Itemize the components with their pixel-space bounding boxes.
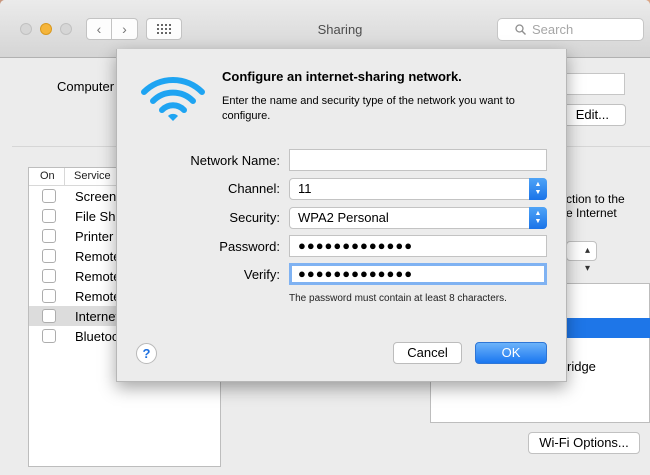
service-checkbox[interactable]: [42, 289, 56, 303]
service-name: Printer: [75, 228, 114, 244]
service-checkbox[interactable]: [42, 189, 56, 203]
verify-field[interactable]: ●●●●●●●●●●●●●: [289, 263, 547, 285]
chevron-updown-icon: ▴ ▾: [584, 245, 590, 274]
internet-sharing-sheet: Configure an internet-sharing network. E…: [116, 49, 567, 382]
sheet-title: Configure an internet-sharing network.: [222, 69, 462, 84]
service-name: Bluetoo: [75, 328, 120, 344]
cancel-button[interactable]: Cancel: [393, 342, 462, 364]
service-name: Remote: [75, 268, 121, 284]
wifi-options-button[interactable]: Wi-Fi Options...: [528, 432, 640, 454]
service-name: Remote: [75, 288, 121, 304]
service-name: Remote: [75, 248, 121, 264]
port-item-label: ridge: [567, 359, 596, 374]
service-name: Internet: [75, 308, 120, 324]
chevron-updown-icon: ▲ ▼: [529, 178, 547, 200]
ok-button[interactable]: OK: [475, 342, 547, 364]
verify-label: Verify:: [243, 267, 280, 282]
service-checkbox[interactable]: [42, 209, 56, 223]
search-icon: [515, 24, 526, 35]
search-placeholder: Search: [532, 22, 574, 37]
sheet-description: Enter the name and security type of the …: [222, 95, 515, 122]
computer-name-label: Computer: [57, 79, 115, 94]
security-label: Security:: [229, 210, 280, 225]
share-from-popup[interactable]: ▴ ▾: [566, 241, 597, 274]
password-label: Password:: [219, 239, 280, 254]
description-text-line-1: ction to the: [566, 192, 625, 206]
service-name: Screen: [75, 188, 117, 204]
security-popup[interactable]: WPA2 Personal ▲ ▼: [289, 207, 547, 229]
password-hint: The password must contain at least 8 cha…: [289, 293, 507, 304]
service-checkbox[interactable]: [42, 309, 56, 323]
column-on[interactable]: On: [29, 168, 65, 185]
edit-button[interactable]: Edit...: [560, 104, 626, 126]
network-name-field[interactable]: [289, 149, 547, 171]
search-input[interactable]: Search: [497, 18, 644, 41]
security-value: WPA2 Personal: [298, 210, 389, 225]
column-service[interactable]: Service: [65, 168, 111, 185]
password-field[interactable]: ●●●●●●●●●●●●●: [289, 235, 547, 257]
network-name-label: Network Name:: [190, 153, 280, 168]
sharing-window: ‹ › Sharing Search Computer Edit... On S…: [0, 0, 650, 475]
chevron-updown-icon: ▲ ▼: [529, 207, 547, 229]
service-checkbox[interactable]: [42, 229, 56, 243]
channel-popup[interactable]: 11 ▲ ▼: [289, 178, 547, 200]
channel-value: 11: [298, 181, 312, 196]
channel-label: Channel:: [227, 181, 280, 196]
help-button[interactable]: ?: [136, 343, 157, 364]
selected-port-row[interactable]: [566, 318, 650, 338]
description-text-line-2: e Internet: [566, 206, 617, 220]
service-checkbox[interactable]: [42, 329, 56, 343]
wifi-icon: [141, 77, 205, 121]
service-checkbox[interactable]: [42, 249, 56, 263]
computer-name-field[interactable]: [560, 73, 625, 95]
service-checkbox[interactable]: [42, 269, 56, 283]
